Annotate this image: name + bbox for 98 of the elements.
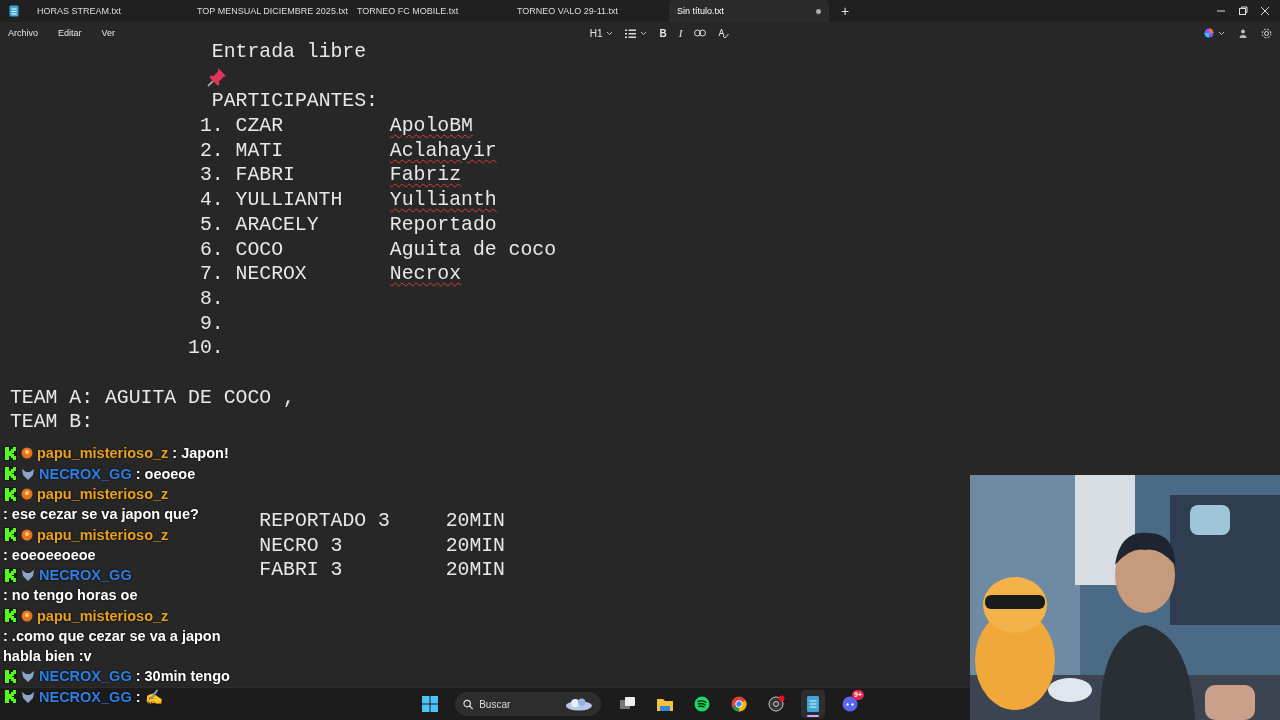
chat-message: : oeoeoe — [135, 464, 196, 484]
search-input[interactable]: Buscar — [479, 698, 560, 710]
taskbar-app[interactable] — [801, 690, 825, 718]
account-name: Aguita de coco — [389, 237, 557, 263]
ball-avatar-icon — [21, 609, 33, 622]
player-name: COCO — [235, 237, 284, 263]
player-name: CZAR — [235, 114, 284, 139]
recorder-app-icon — [767, 695, 785, 713]
account-name: Aclahayir — [389, 138, 497, 164]
link-icon[interactable] — [694, 29, 707, 37]
player-name: FABRI — [235, 163, 296, 189]
list-number: 9. — [198, 311, 224, 337]
assistant-icon[interactable] — [1204, 28, 1214, 38]
team-line: TEAM B: — [10, 410, 94, 435]
account-name: Yullianth — [389, 188, 497, 213]
chat-message: : eoeoeeoeoe — [3, 545, 96, 565]
time-text: 20MIN — [445, 558, 505, 584]
chat-username: NECROX_GG — [39, 687, 132, 707]
list-number: 7. — [198, 262, 224, 287]
player-name: YULLIANTH — [235, 188, 344, 213]
spellcheck-icon[interactable] — [718, 27, 730, 39]
chat-username: papu_misterioso_z — [37, 606, 169, 626]
new-tab-button[interactable]: + — [833, 3, 858, 19]
search-field[interactable]: Buscar — [455, 692, 601, 716]
notepad-icon — [9, 5, 19, 17]
file-tab[interactable]: HORAS STREAM.txt — [29, 0, 189, 22]
account-icon[interactable] — [1239, 28, 1247, 38]
settings-icon[interactable] — [1261, 27, 1272, 39]
chat-username: NECROX_GG — [39, 667, 132, 686]
list-icon[interactable] — [625, 28, 637, 38]
chat-message: : ✍ — [135, 687, 163, 707]
file-tab[interactable]: TOP MENSUAL DICIEMBRE 2025.txt — [189, 0, 349, 22]
creature-icon — [21, 467, 35, 480]
bold-button[interactable]: B — [659, 27, 667, 39]
list-number: 8. — [198, 286, 224, 312]
creature-icon — [21, 670, 35, 682]
music-app-icon — [693, 695, 711, 713]
close-icon[interactable] — [1260, 6, 1270, 16]
chat-message: : .como que cezar se va a japon habla bien :v — [3, 626, 222, 666]
platform-badge-icon — [3, 689, 17, 704]
platform-badge-icon — [3, 527, 17, 542]
caret-icon — [606, 30, 614, 36]
list-number: 2. — [198, 138, 224, 164]
heading-text: PARTICIPANTES: — [211, 89, 378, 115]
creature-icon — [21, 690, 35, 703]
list-number: 5. — [198, 212, 224, 238]
chat-message: : 30min tengo — [135, 667, 230, 686]
start-app-icon — [421, 695, 439, 713]
account-name: ApoloBM — [389, 114, 473, 139]
result-text: NECRO 3 — [259, 534, 343, 557]
team-line: TEAM A: AGUITA DE COCO , — [10, 385, 295, 411]
chat-app-icon — [841, 695, 859, 713]
chat-message: : Japon! — [172, 444, 229, 463]
italic-button[interactable]: I — [678, 27, 683, 39]
account-name: Necrox — [389, 262, 462, 287]
file-tab[interactable]: TORNEO FC MOBILE.txt — [349, 0, 509, 22]
chat-username: NECROX_GG — [39, 464, 132, 484]
list-number: 1. — [198, 114, 224, 139]
chat-message: : ese cezar se va japon que? — [3, 505, 199, 524]
ball-avatar-icon — [21, 488, 33, 500]
platform-badge-icon — [3, 608, 17, 623]
player-name: ARACELY — [235, 212, 320, 238]
menu-item[interactable]: Archivo — [8, 26, 38, 40]
search-icon — [463, 698, 474, 710]
time-text: 20MIN — [445, 509, 505, 534]
chat-username: papu_misterioso_z — [37, 485, 169, 504]
file-tab[interactable]: TORNEO VALO 29-11.txt — [509, 0, 669, 22]
list-number: 10. — [188, 336, 224, 361]
caret-icon[interactable] — [1218, 30, 1225, 36]
result-text: REPORTADO 3 — [259, 510, 390, 533]
restore-icon[interactable] — [1238, 6, 1248, 16]
list-number: 4. — [198, 188, 224, 213]
chat-username: papu_misterioso_z — [37, 525, 169, 545]
chat-username: papu_misterioso_z — [37, 444, 169, 463]
player-name: MATI — [235, 138, 284, 164]
pushpin-icon — [207, 67, 228, 88]
time-text: 20MIN — [445, 533, 505, 559]
ball-avatar-icon — [21, 447, 33, 459]
list-number: 6. — [198, 237, 224, 263]
menu-item[interactable]: Ver — [101, 26, 116, 40]
browser-app-icon — [730, 695, 748, 713]
result-text: FABRI 3 — [259, 559, 343, 582]
player-name: NECROX — [235, 262, 308, 287]
ball-avatar-icon — [21, 528, 33, 541]
chat-username: NECROX_GG — [39, 566, 132, 585]
chat-message: : no tengo horas oe — [3, 586, 138, 605]
account-name: Fabriz — [389, 163, 462, 189]
list-number: 3. — [198, 163, 224, 189]
file-tab[interactable]: Sin título.txt — [669, 0, 829, 22]
platform-badge-icon — [3, 466, 17, 481]
heading-text: Entrada libre — [211, 40, 367, 65]
creature-icon — [21, 569, 35, 581]
menu-item[interactable]: Editar — [58, 26, 82, 40]
cloud-icon — [565, 697, 593, 711]
heading-dropdown[interactable]: H1 — [589, 27, 614, 39]
caret-icon[interactable] — [640, 30, 648, 36]
account-name: Reportado — [389, 212, 497, 238]
notepad-app-icon — [804, 695, 822, 713]
